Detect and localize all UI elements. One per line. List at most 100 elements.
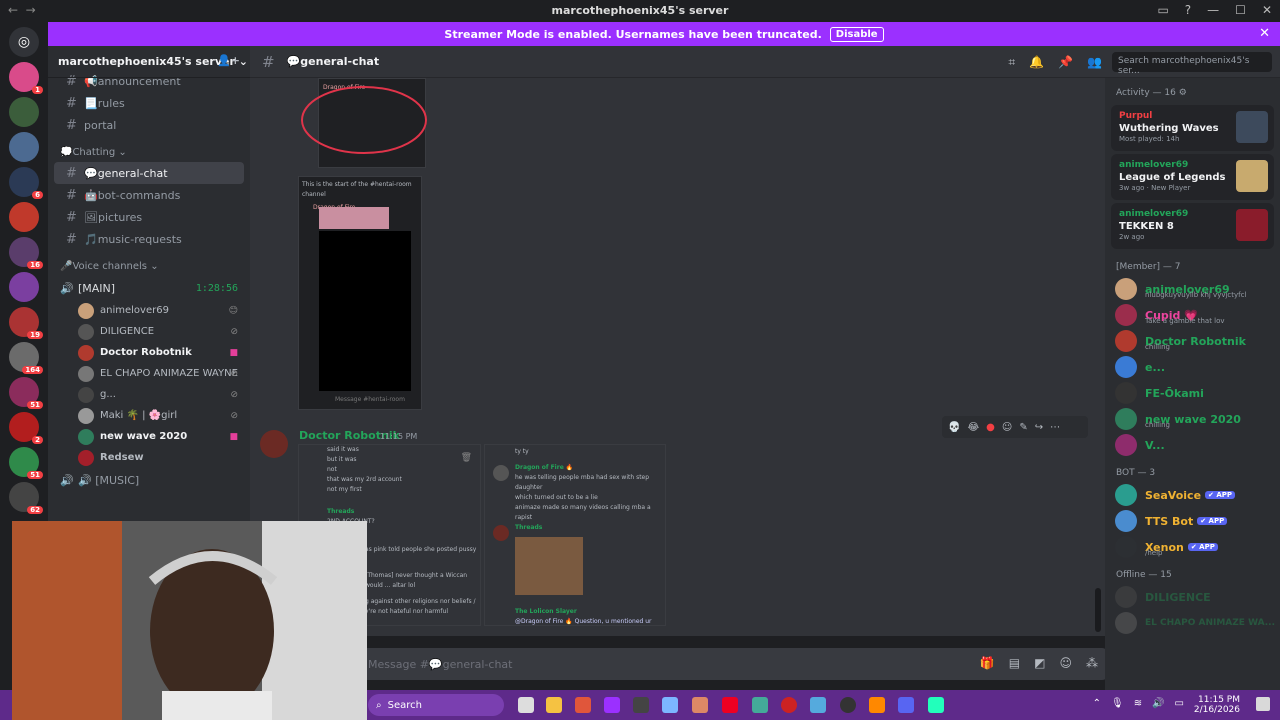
apps-icon[interactable]: ⁂ (1086, 656, 1098, 670)
server-icon[interactable] (9, 132, 39, 162)
app-icon[interactable] (928, 697, 944, 713)
wifi-icon[interactable]: ≋ (1134, 698, 1142, 709)
store-icon[interactable] (575, 697, 591, 713)
server-icon[interactable]: 164 (9, 342, 43, 374)
record-icon[interactable] (781, 697, 797, 713)
member-item[interactable]: Doctor Robotnik chilling (1105, 328, 1280, 354)
member-item[interactable]: new wave 2020 chilling (1105, 406, 1280, 432)
category-chatting[interactable]: 💭Chatting ⌄ (48, 142, 250, 162)
add-reaction-icon[interactable]: ☺ (1002, 422, 1012, 433)
chevron-up-icon[interactable]: ⌃ (1093, 698, 1101, 709)
gif-icon[interactable]: ▤ (1009, 656, 1020, 670)
attachment-image[interactable]: ty ty Dragon of Fire 🔥 he was telling pe… (484, 444, 666, 626)
server-icon[interactable]: 2 (9, 412, 43, 444)
task-view-icon[interactable] (518, 697, 534, 713)
app-icon[interactable] (662, 697, 678, 713)
category-voice[interactable]: 🎤Voice channels ⌄ (48, 256, 250, 276)
channel-item[interactable]: # 🖼pictures (54, 206, 244, 228)
member-item[interactable]: SeaVoice ✔ APP (1105, 482, 1280, 508)
member-item[interactable]: V... (1105, 432, 1280, 458)
help-icon[interactable]: ? (1185, 3, 1191, 17)
voice-user[interactable]: EL CHAPO ANIMAZE WAYNE ⊘ (48, 363, 250, 384)
voice-user[interactable]: Doctor Robotnik ■ (48, 342, 250, 363)
close-button[interactable]: ✕ (1262, 3, 1272, 17)
add-member-icon[interactable]: 👤+ (217, 54, 240, 67)
server-icon[interactable]: 51 (9, 447, 43, 479)
member-item[interactable]: e... (1105, 354, 1280, 380)
member-item[interactable]: DILIGENCE (1105, 584, 1280, 610)
member-item[interactable]: Cupid 💗 Take a gamble that lov (1105, 302, 1280, 328)
server-icon[interactable]: 62 (9, 482, 43, 514)
app-icon[interactable] (810, 697, 826, 713)
taskbar-search[interactable]: ⌕ Search (368, 694, 504, 716)
scrollbar[interactable] (1095, 588, 1101, 632)
voice-user[interactable]: g... ⊘ (48, 384, 250, 405)
voice-user[interactable]: DILIGENCE ⊘ (48, 321, 250, 342)
vlc-icon[interactable] (869, 697, 885, 713)
channel-item[interactable]: # 📃rules (54, 92, 244, 114)
app-icon[interactable] (604, 697, 620, 713)
play-icon[interactable] (840, 697, 856, 713)
discord-icon[interactable] (898, 697, 914, 713)
red-reaction-icon[interactable]: ● (986, 422, 995, 433)
more-icon[interactable]: ⋯ (1050, 422, 1060, 433)
file-explorer-icon[interactable] (546, 697, 562, 713)
app-icon[interactable] (692, 697, 708, 713)
attachment-image[interactable]: This is the start of the #hentai-room ch… (298, 176, 422, 410)
server-icon[interactable] (9, 97, 39, 127)
members-icon[interactable]: 👥 (1087, 55, 1102, 70)
voice-user[interactable]: animelover69 😊 (48, 300, 250, 321)
server-header[interactable]: marcothephoenix45's server ⌄ 👤+ (48, 46, 250, 78)
server-icon[interactable]: 51 (9, 377, 43, 409)
activity-card[interactable]: animelover69 TEKKEN 8 2w ago (1111, 203, 1274, 249)
channel-item[interactable]: # 🤖bot-commands (54, 184, 244, 206)
gift-icon[interactable]: 🎁 (980, 656, 995, 670)
battery-icon[interactable]: ▭ (1175, 698, 1184, 709)
pin-icon[interactable]: 📌 (1058, 55, 1073, 70)
skull-reaction-icon[interactable]: 💀 (948, 422, 960, 433)
member-item[interactable]: Xenon ✔ APP/help (1105, 534, 1280, 560)
voice-channel-music[interactable]: 🔊 🔊 [MUSIC] (48, 468, 250, 492)
channel-item-general-chat[interactable]: # 💬general-chat (54, 162, 244, 184)
inbox-icon[interactable]: ▭ (1157, 3, 1168, 17)
app-icon[interactable] (722, 697, 738, 713)
gear-icon[interactable]: ⚙ (1179, 88, 1187, 98)
close-icon[interactable]: ✕ (1259, 26, 1270, 41)
channel-item[interactable]: # 🎵music-requests (54, 228, 244, 250)
server-icon[interactable]: 1 (9, 62, 43, 94)
server-icon[interactable]: 16 (9, 237, 43, 269)
voice-user[interactable]: Maki 🌴 | 🌸girl ⊘ (48, 405, 250, 426)
member-item[interactable]: TTS Bot ✔ APP (1105, 508, 1280, 534)
threads-icon[interactable]: ⌗ (1008, 55, 1015, 70)
activity-card[interactable]: Purpul Wuthering Waves Most played: 14h (1111, 105, 1274, 151)
server-icon[interactable]: 6 (9, 167, 43, 199)
mic-icon[interactable]: 🎙 (1111, 698, 1124, 709)
emoji-icon[interactable]: ☺ (1059, 656, 1072, 670)
server-icon[interactable] (9, 202, 39, 232)
minimize-button[interactable]: — (1207, 3, 1219, 17)
bell-icon[interactable]: 🔔 (1029, 55, 1044, 70)
disable-button[interactable]: Disable (829, 26, 884, 42)
avatar[interactable] (260, 430, 288, 458)
edit-icon[interactable]: ✎ (1019, 422, 1027, 433)
maximize-button[interactable]: ☐ (1235, 3, 1246, 17)
reply-icon[interactable]: ↪ (1035, 422, 1043, 433)
message-input[interactable]: Message #💬general-chat 🎁 ▤ ◩ ☺ ⁂ (258, 648, 1108, 680)
app-icon[interactable] (752, 697, 768, 713)
member-item[interactable]: FE-Ōkami (1105, 380, 1280, 406)
app-icon[interactable] (633, 697, 649, 713)
voice-user[interactable]: Redsew (48, 447, 250, 468)
search-input[interactable]: Search marcothephoenix45's ser... (1112, 52, 1272, 76)
channel-item[interactable]: # portal (54, 114, 244, 136)
sticker-icon[interactable]: ◩ (1034, 656, 1045, 670)
volume-icon[interactable]: 🔊 (1152, 698, 1164, 709)
activity-card[interactable]: animelover69 League of Legends 3w ago · … (1111, 154, 1274, 200)
home-button[interactable]: ◎ (9, 27, 39, 57)
voice-channel-main[interactable]: 🔊 [MAIN] 1:28:56 (48, 276, 250, 300)
trash-icon[interactable]: 🗑 (461, 453, 472, 463)
server-icon[interactable]: 19 (9, 307, 43, 339)
voice-user[interactable]: new wave 2020 ■ (48, 426, 250, 447)
member-item[interactable]: animelover69 nlubgkuyvuyllb khj vyvjctyfc… (1105, 276, 1280, 302)
notification-icon[interactable] (1256, 697, 1270, 711)
member-item[interactable]: EL CHAPO ANIMAZE WA... (1105, 610, 1280, 636)
